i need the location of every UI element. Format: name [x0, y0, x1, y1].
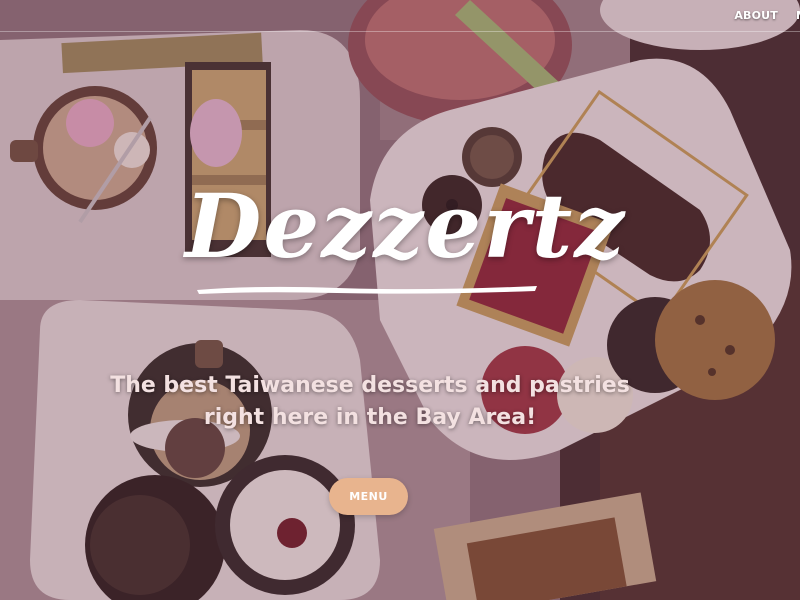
- hero-tagline: The best Taiwanese desserts and pastries…: [100, 370, 640, 434]
- brand-logo: Dezzertz: [185, 170, 627, 310]
- menu-button[interactable]: MENU: [329, 478, 408, 515]
- tagline-line-2: right here in the Bay Area!: [203, 405, 537, 430]
- nav-link-about[interactable]: ABOUT: [734, 9, 778, 22]
- top-navbar: ABOUT M: [0, 0, 800, 32]
- nav-link-menu[interactable]: M: [796, 9, 800, 22]
- tagline-line-1: The best Taiwanese desserts and pastries: [110, 373, 630, 398]
- nav-links: ABOUT M: [734, 0, 800, 31]
- brand-logo-text: Dezzertz: [185, 174, 627, 278]
- landing-page: ABOUT M Dezzertz The best Taiwanese dess…: [0, 0, 800, 600]
- brush-underline: [197, 286, 537, 294]
